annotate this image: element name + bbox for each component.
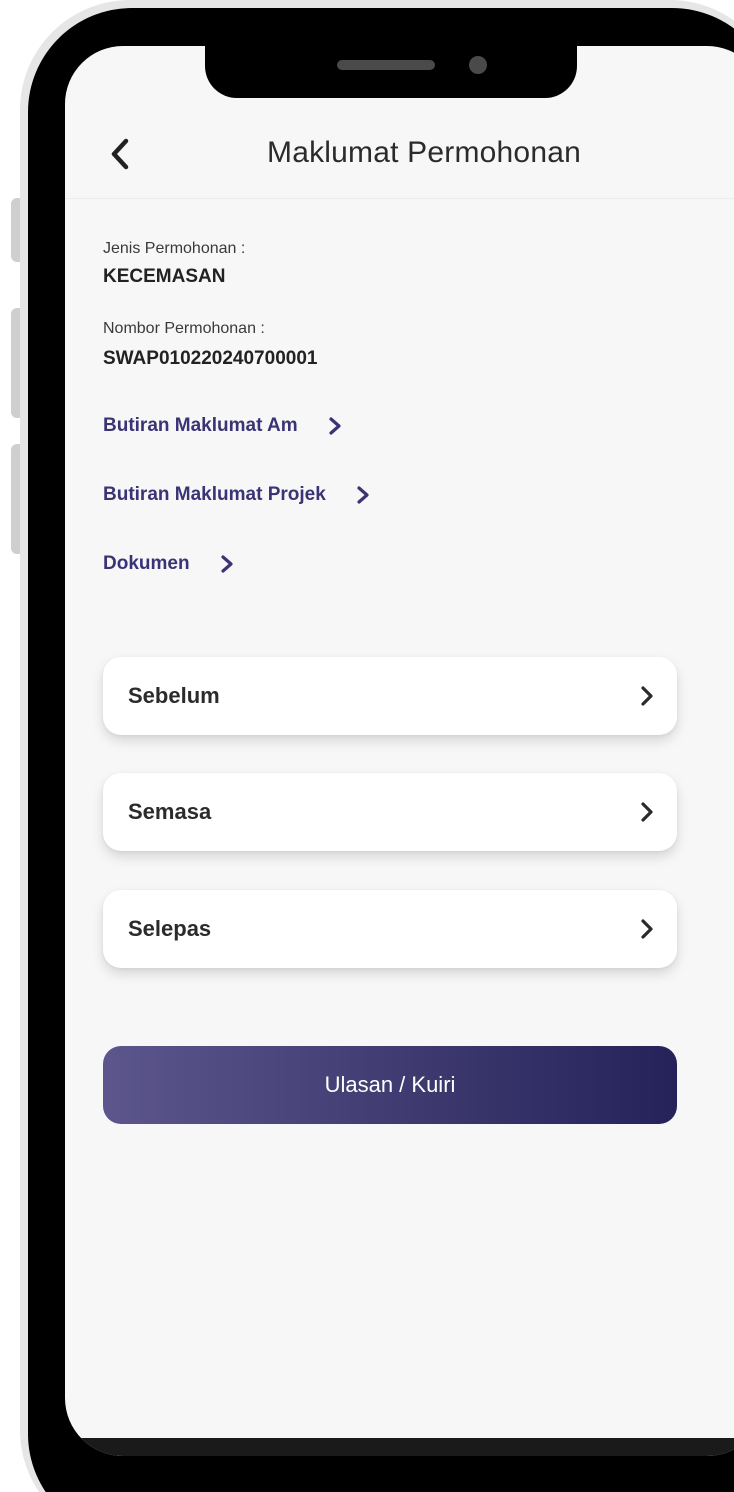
link-label: Dokumen: [103, 553, 190, 574]
app-screen: Maklumat Permohonan Jenis Permohonan : K…: [65, 46, 734, 1456]
stage-card-label: Selepas: [128, 916, 212, 941]
chevron-right-icon: [220, 554, 234, 574]
stage-card-selepas[interactable]: Selepas: [103, 890, 677, 968]
device-frame: Maklumat Permohonan Jenis Permohonan : K…: [0, 0, 734, 1492]
chevron-right-icon: [641, 686, 653, 706]
stage-card-semasa[interactable]: Semasa: [103, 773, 677, 851]
front-camera: [469, 56, 487, 74]
ulasan-kuiri-button[interactable]: Ulasan / Kuiri: [103, 1046, 677, 1124]
link-label: Butiran Maklumat Am: [103, 415, 298, 436]
link-dokumen[interactable]: Dokumen: [103, 553, 234, 575]
chevron-right-icon: [328, 416, 342, 436]
chevron-right-icon: [356, 485, 370, 505]
application-type-label: Jenis Permohonan :: [103, 240, 246, 257]
phone-notch: [205, 46, 577, 98]
link-label: Butiran Maklumat Projek: [103, 484, 326, 505]
application-type-value: KECEMASAN: [103, 266, 226, 287]
application-number-value: SWAP010220240700001: [103, 348, 318, 369]
stage-card-label: Sebelum: [128, 683, 220, 708]
bottom-bar: [65, 1438, 734, 1456]
chevron-right-icon: [641, 802, 653, 822]
page-title: Maklumat Permohonan: [267, 136, 581, 169]
application-number-label: Nombor Permohonan :: [103, 320, 265, 337]
speaker-grille: [337, 60, 435, 70]
link-butiran-maklumat-projek[interactable]: Butiran Maklumat Projek: [103, 484, 370, 506]
chevron-right-icon: [641, 919, 653, 939]
link-butiran-maklumat-am[interactable]: Butiran Maklumat Am: [103, 415, 342, 437]
stage-card-sebelum[interactable]: Sebelum: [103, 657, 677, 735]
stage-card-label: Semasa: [128, 799, 212, 824]
